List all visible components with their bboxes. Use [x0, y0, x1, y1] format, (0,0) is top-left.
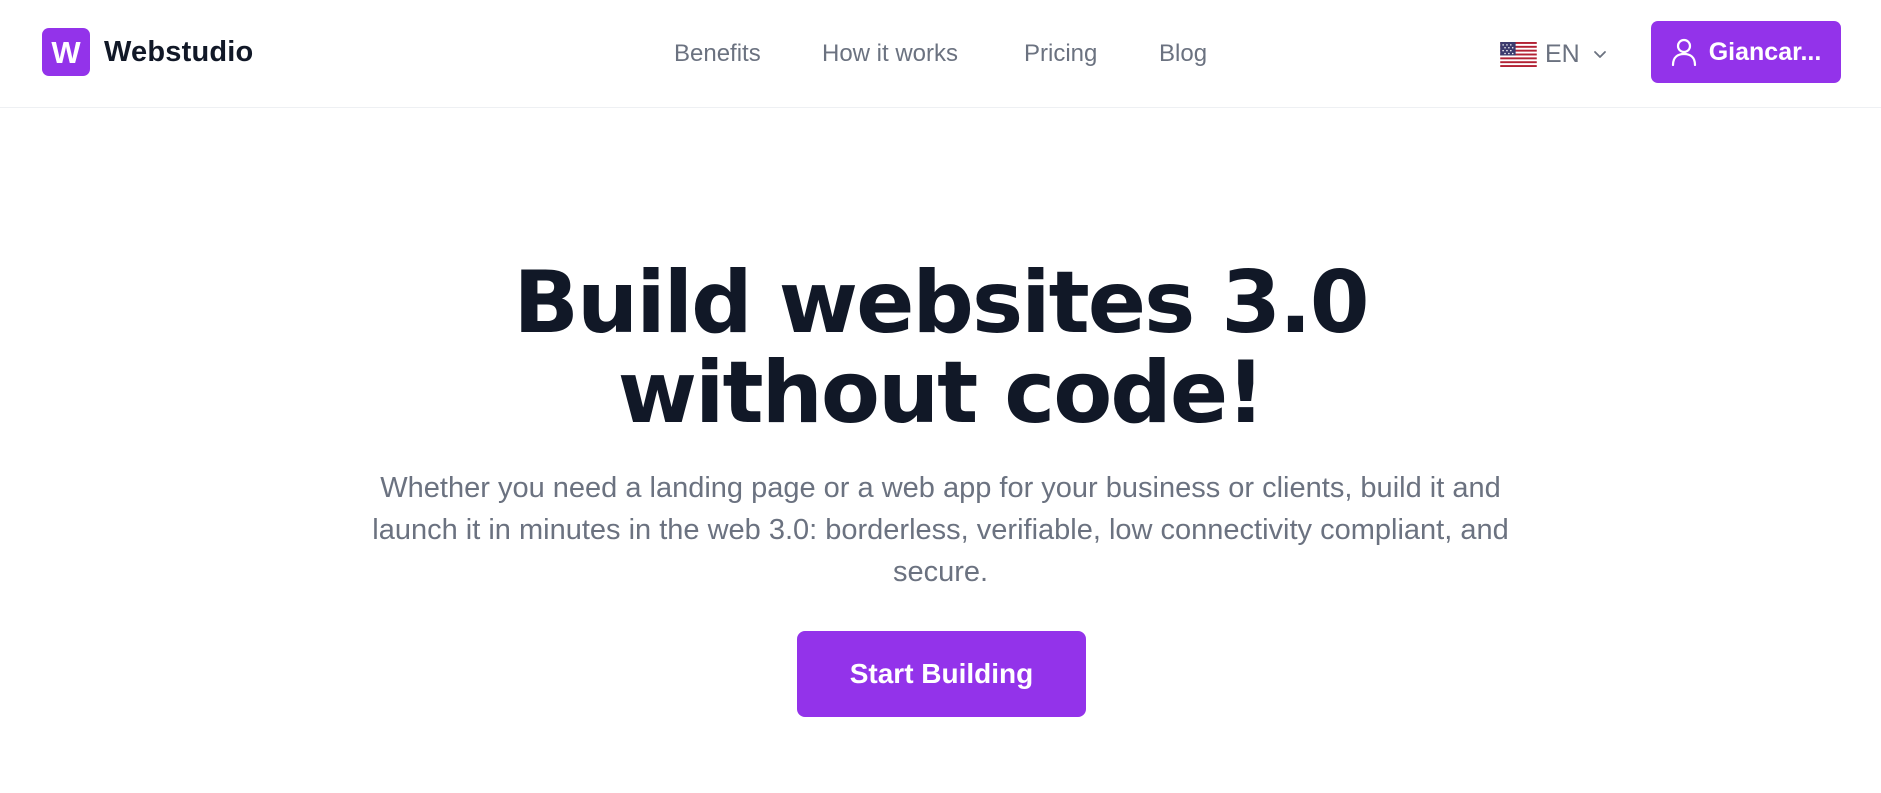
- brand-logo-link[interactable]: W Webstudio: [42, 28, 253, 76]
- user-account-button[interactable]: Giancar...: [1651, 21, 1841, 83]
- site-header: W Webstudio Benefits How it works Pricin…: [0, 0, 1881, 108]
- nav-link-blog[interactable]: Blog: [1159, 32, 1207, 76]
- chevron-down-icon: [1593, 51, 1606, 58]
- language-selector[interactable]: EN: [1500, 32, 1608, 76]
- hero-subtitle: Whether you need a landing page or a web…: [372, 472, 1509, 588]
- hero-title-line-1: Build websites 3.0: [513, 253, 1369, 353]
- user-button-label: Giancar...: [1708, 37, 1822, 66]
- language-code: EN: [1545, 39, 1580, 68]
- user-icon: [1671, 38, 1696, 66]
- nav-link-how-it-works[interactable]: How it works: [822, 32, 958, 76]
- start-building-button[interactable]: Start Building: [797, 631, 1086, 717]
- hero-title-line-2: without code!: [617, 343, 1266, 443]
- us-flag-icon: [1500, 41, 1537, 67]
- nav-link-benefits[interactable]: Benefits: [674, 32, 761, 76]
- nav-link-pricing[interactable]: Pricing: [1024, 32, 1097, 76]
- webstudio-logo-icon: W: [42, 28, 90, 76]
- hero-title: Build websites 3.0 without code!: [0, 258, 1881, 438]
- brand-name: Webstudio: [104, 35, 254, 68]
